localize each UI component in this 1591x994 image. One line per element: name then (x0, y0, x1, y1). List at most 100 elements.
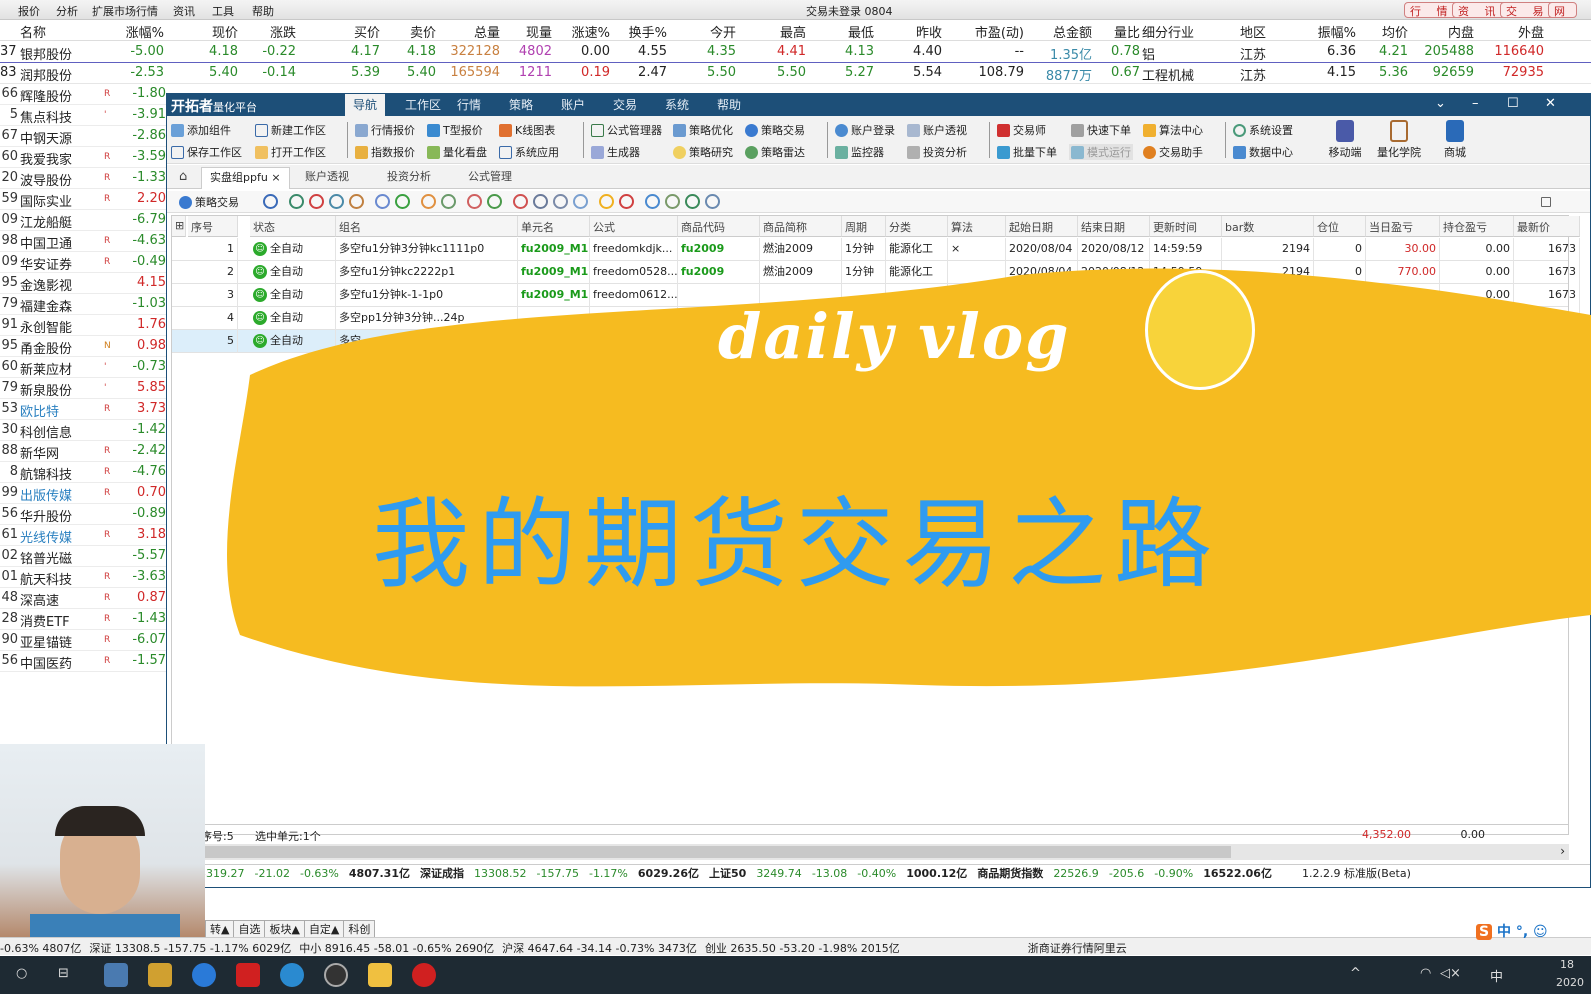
menu-quote[interactable]: 报价 (18, 3, 40, 19)
stock-list-item[interactable]: 95 甬金股份 N 0.98 (0, 336, 166, 357)
stock-list-item[interactable]: 79 福建金森 -1.03 (0, 294, 166, 315)
quote-header-19[interactable]: 振幅% (1290, 22, 1356, 41)
stock-list-item[interactable]: 60 新莱应材 ' -0.73 (0, 357, 166, 378)
grid-header-period[interactable]: 周期 (842, 216, 886, 237)
quote-header-14[interactable]: 市盈(动) (944, 22, 1024, 41)
grid-header-algo[interactable]: 算法 (948, 216, 1006, 237)
algo-center-button[interactable]: 算法中心 (1143, 122, 1203, 138)
stock-list-item[interactable]: 67 中钢天源 -2.86 (0, 126, 166, 147)
quote-header-9[interactable]: 换手% (612, 22, 667, 41)
quote-header-1[interactable]: 涨幅% (88, 22, 164, 41)
formula-manager-button[interactable]: 公式管理器 (591, 122, 662, 138)
quick-order-button[interactable]: 快速下单 (1071, 122, 1131, 138)
stock-list-item[interactable]: 02 铭普光磁 -5.57 (0, 546, 166, 567)
toolbar-icon-1[interactable] (289, 194, 304, 209)
toolbar-icon-2[interactable] (309, 194, 324, 209)
toolbar-icon-15[interactable] (599, 194, 614, 209)
save-workspace-button[interactable]: 保存工作区 (171, 144, 242, 160)
expand-all-icon[interactable]: ⊞ (172, 216, 186, 237)
close-button[interactable]: ✕ (1545, 96, 1556, 111)
account-login-button[interactable]: 账户登录 (835, 122, 895, 138)
toolbar-icon-17[interactable] (645, 194, 660, 209)
sheet-tab-0[interactable]: 转▲ (205, 920, 235, 937)
tab-formula-manage[interactable]: 公式管理 (460, 167, 520, 189)
quote-header-3[interactable]: 涨跌 (240, 22, 296, 41)
strategy-optimize-button[interactable]: 策略优化 (673, 122, 733, 138)
add-component-button[interactable]: 添加组件 (171, 122, 231, 138)
start-search-icon[interactable]: ○ (16, 966, 27, 981)
grid-header-daypl[interactable]: 当日盈亏 (1366, 216, 1440, 237)
t-quote-button[interactable]: T型报价 (427, 122, 483, 138)
home-icon[interactable]: ⌂ (171, 167, 195, 189)
stock-list-item[interactable]: 59 国际实业 R 2.20 (0, 189, 166, 210)
toolbar-icon-19[interactable] (685, 194, 700, 209)
red-app-icon[interactable] (412, 963, 436, 987)
top-tab-web[interactable]: 网 (1548, 2, 1577, 18)
stock-list-item[interactable]: 61 光线传媒 R 3.18 (0, 525, 166, 546)
nav-tab-0[interactable]: 导航 (345, 94, 386, 116)
quote-header-13[interactable]: 昨收 (876, 22, 942, 41)
data-center-button[interactable]: 数据中心 (1233, 144, 1293, 160)
grid-header-code[interactable]: 商品代码 (678, 216, 760, 237)
grid-header-status[interactable]: 状态 (250, 216, 336, 237)
quote-header-21[interactable]: 内盘 (1410, 22, 1474, 41)
sheet-tab-3[interactable]: 自定▲ (303, 920, 345, 937)
quote-row[interactable]: 37 银邦股份 -5.00 4.18 -0.22 4.17 4.18 322128 4802 0.… (0, 42, 1591, 63)
sheet-tab-1[interactable]: 自选 (233, 920, 266, 937)
quote-header-4[interactable]: 买价 (300, 22, 380, 41)
file-explorer-icon[interactable] (368, 963, 392, 987)
stock-list-item[interactable]: 56 中国医药 R -1.57 (0, 651, 166, 672)
nav-tab-2[interactable]: 行情 (449, 94, 489, 116)
account-view-button[interactable]: 账户透视 (907, 122, 967, 138)
quote-header-12[interactable]: 最低 (808, 22, 874, 41)
nav-tab-4[interactable]: 账户 (553, 94, 593, 116)
stock-list-item[interactable]: 20 波导股份 R -1.33 (0, 168, 166, 189)
quote-header-6[interactable]: 总量 (438, 22, 500, 41)
scroll-right-icon[interactable]: › (1560, 844, 1565, 858)
menu-analysis[interactable]: 分析 (56, 3, 78, 19)
strategy-trade-button[interactable]: 策略交易 (745, 122, 805, 138)
quote-row[interactable]: 83 润邦股份 -2.53 5.40 -0.14 5.39 5.40 165594 1211 0.… (0, 63, 1591, 84)
toolbar-icon-7[interactable] (421, 194, 436, 209)
volume-muted-icon[interactable]: ◁× (1440, 966, 1461, 981)
system-apps-button[interactable]: 系统应用 (499, 144, 559, 160)
grid-header-end[interactable]: 结束日期 (1078, 216, 1150, 237)
nav-tab-6[interactable]: 系统 (657, 94, 697, 116)
sheet-tab-4[interactable]: 科创 (343, 920, 376, 937)
invest-analysis-button[interactable]: 投资分析 (907, 144, 967, 160)
stock-list-item[interactable]: 30 科创信息 -1.42 (0, 420, 166, 441)
chevron-down-icon[interactable]: ⌄ (1435, 96, 1446, 111)
toolbar-icon-10[interactable] (487, 194, 502, 209)
sheet-tab-2[interactable]: 板块▲ (264, 920, 305, 937)
index-name[interactable]: 上证50 (709, 867, 746, 880)
tab-account-view[interactable]: 账户透视 (297, 167, 357, 189)
menu-tools[interactable]: 工具 (212, 3, 234, 19)
maximize-button[interactable]: ☐ (1507, 96, 1519, 111)
quant-board-button[interactable]: 量化看盘 (427, 144, 487, 160)
quote-header-11[interactable]: 最高 (740, 22, 806, 41)
tb-app-icon[interactable] (280, 963, 304, 987)
ie-browser-icon[interactable] (192, 963, 216, 987)
toolbar-icon-20[interactable] (705, 194, 720, 209)
quote-header-15[interactable]: 总金额 (1026, 22, 1092, 41)
stock-list-item[interactable]: 53 欧比特 R 3.73 (0, 399, 166, 420)
grid-header-cat[interactable]: 分类 (886, 216, 948, 237)
strategy-research-button[interactable]: 策略研究 (673, 144, 733, 160)
quote-header-7[interactable]: 现量 (502, 22, 552, 41)
grid-header-pos[interactable]: 仓位 (1314, 216, 1366, 237)
pdf-app-icon[interactable] (236, 963, 260, 987)
toolbar-icon-3[interactable] (329, 194, 344, 209)
calculator-app-icon[interactable] (104, 963, 128, 987)
stock-list-item[interactable]: 48 深高速 R 0.87 (0, 588, 166, 609)
stock-list-item[interactable]: 91 永创智能 1.76 (0, 315, 166, 336)
kline-button[interactable]: K线图表 (499, 122, 555, 138)
grid-header-time[interactable]: 更新时间 (1150, 216, 1222, 237)
store-button[interactable]: 商城 (1430, 120, 1480, 160)
monitor-button[interactable]: 监控器 (835, 144, 884, 160)
quote-header-10[interactable]: 今开 (670, 22, 736, 41)
stock-list-item[interactable]: 09 华安证券 R -0.49 (0, 252, 166, 273)
quote-header-18[interactable]: 地区 (1240, 22, 1290, 41)
stock-list-item[interactable]: 5 焦点科技 ' -3.91 (0, 105, 166, 126)
stock-list-item[interactable]: 01 航天科技 R -3.63 (0, 567, 166, 588)
toolbar-icon-18[interactable] (665, 194, 680, 209)
